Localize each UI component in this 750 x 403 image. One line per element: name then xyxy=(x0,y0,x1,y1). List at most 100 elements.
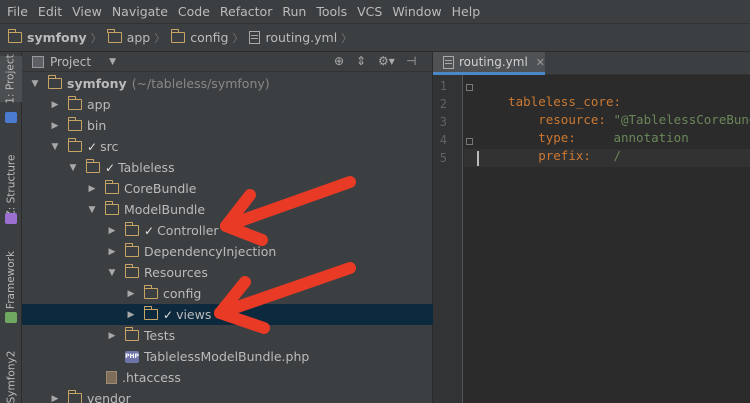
tool-window-strip: 1: Project Z: Structure Framework Symfon… xyxy=(0,52,22,403)
source-root-check-icon: ✓ xyxy=(87,139,98,154)
collapsed-arrow-icon[interactable]: ▶ xyxy=(107,226,117,236)
expanded-arrow-icon[interactable]: ▼ xyxy=(30,79,40,89)
project-panel: Project ▼ ⊕ ⇕ ⚙▾ ⊣ ▼ symfony (~/tableles… xyxy=(22,52,433,403)
folder-icon xyxy=(170,29,186,43)
folder-icon xyxy=(104,201,119,215)
menu-navigate[interactable]: Navigate xyxy=(107,0,173,24)
tree-item-dependencyinjection[interactable]: ▶ DependencyInjection xyxy=(22,241,433,262)
folder-icon xyxy=(47,75,62,89)
collapsed-arrow-icon[interactable]: ▶ xyxy=(87,184,97,194)
breadcrumb-routing-yml[interactable]: routing.yml 〉 xyxy=(249,30,358,46)
line-number: 5 xyxy=(439,151,447,165)
tool-tab-symfony2[interactable]: Symfony2 xyxy=(0,351,22,403)
htaccess-file-icon xyxy=(106,371,117,384)
folder-icon xyxy=(107,29,122,43)
folder-icon xyxy=(7,29,22,43)
folder-icon xyxy=(67,138,82,152)
yml-file-icon xyxy=(443,55,454,69)
folder-icon xyxy=(104,180,119,194)
breadcrumb: symfony 〉 app 〉 config 〉 routing.yml 〉 xyxy=(0,24,750,52)
folder-icon xyxy=(67,96,82,110)
menu-window[interactable]: Window xyxy=(387,0,446,24)
collapsed-arrow-icon[interactable]: ▶ xyxy=(50,121,60,131)
menu-view[interactable]: View xyxy=(67,0,107,24)
collapse-all-icon[interactable]: ⇕ xyxy=(356,54,366,68)
menu-refactor[interactable]: Refactor xyxy=(215,0,277,24)
tree-item-tablelessmodelbundle-php[interactable]: PHP TablelessModelBundle.php xyxy=(22,346,433,367)
tree-item-corebundle[interactable]: ▶ CoreBundle xyxy=(22,178,433,199)
menu-tools[interactable]: Tools xyxy=(311,0,352,24)
line-number: 2 xyxy=(439,97,447,111)
chevron-right-icon: 〉 xyxy=(154,31,166,45)
gear-icon[interactable]: ⚙▾ xyxy=(378,54,395,68)
expanded-arrow-icon[interactable]: ▼ xyxy=(107,268,117,278)
project-view-selector[interactable]: Project xyxy=(50,55,91,69)
folder-icon xyxy=(124,264,139,278)
php-file-icon: PHP xyxy=(125,350,139,363)
menu-run[interactable]: Run xyxy=(277,0,311,24)
collapsed-arrow-icon[interactable]: ▶ xyxy=(50,394,60,403)
framework-tool-icon xyxy=(5,312,17,323)
line-number: 4 xyxy=(439,133,447,147)
menu-help[interactable]: Help xyxy=(447,0,486,24)
folder-icon xyxy=(143,306,158,320)
expanded-arrow-icon[interactable]: ▼ xyxy=(87,205,97,215)
text-caret xyxy=(477,151,479,166)
line-gutter: 1 2 3 4 5 xyxy=(433,75,463,403)
collapsed-arrow-icon[interactable]: ▶ xyxy=(50,100,60,110)
chevron-down-icon[interactable]: ▼ xyxy=(109,57,116,67)
menu-code[interactable]: Code xyxy=(173,0,215,24)
tree-item-resources[interactable]: ▼ Resources xyxy=(22,262,433,283)
tree-item-config[interactable]: ▶ config xyxy=(22,283,433,304)
chevron-right-icon: 〉 xyxy=(232,31,244,45)
expanded-arrow-icon[interactable]: ▼ xyxy=(68,163,78,173)
folder-icon xyxy=(85,159,100,173)
close-icon[interactable]: ✕ xyxy=(536,56,545,69)
chevron-right-icon: 〉 xyxy=(90,31,102,45)
menu-vcs[interactable]: VCS xyxy=(352,0,387,24)
locate-icon[interactable]: ⊕ xyxy=(334,54,344,68)
tool-tab-framework[interactable]: Framework xyxy=(0,251,22,309)
editor-tab-bar: routing.yml ✕ xyxy=(433,52,750,75)
tree-item-views[interactable]: ▶ ✓ views xyxy=(22,304,433,325)
menu-edit[interactable]: Edit xyxy=(33,0,67,24)
folder-icon xyxy=(67,117,82,131)
project-tree: ▼ symfony (~/tableless/symfony) ▶ app ▶ … xyxy=(22,73,433,403)
fold-icon[interactable] xyxy=(466,138,473,145)
tree-item-htaccess[interactable]: .htaccess xyxy=(22,367,433,388)
tree-item-app[interactable]: ▶ app xyxy=(22,94,433,115)
collapsed-arrow-icon[interactable]: ▶ xyxy=(107,331,117,341)
collapsed-arrow-icon[interactable]: ▶ xyxy=(126,310,136,320)
tool-tab-structure[interactable]: Z: Structure xyxy=(0,155,22,218)
tree-item-controller[interactable]: ▶ ✓ Controller xyxy=(22,220,433,241)
tool-tab-project[interactable]: 1: Project xyxy=(0,54,22,104)
tab-routing-yml[interactable]: routing.yml ✕ xyxy=(433,52,545,75)
menu-file[interactable]: File xyxy=(2,0,33,24)
folder-icon xyxy=(67,390,82,403)
collapsed-arrow-icon[interactable]: ▶ xyxy=(107,247,117,257)
hide-icon[interactable]: ⊣ xyxy=(406,54,416,68)
source-root-check-icon: ✓ xyxy=(144,223,155,238)
breadcrumb-config[interactable]: config 〉 xyxy=(170,29,249,46)
breadcrumb-symfony[interactable]: symfony 〉 xyxy=(7,29,108,46)
tree-item-vendor[interactable]: ▶ vendor xyxy=(22,388,433,403)
collapsed-arrow-icon[interactable]: ▶ xyxy=(126,289,136,299)
folder-icon xyxy=(124,327,139,341)
line-number: 3 xyxy=(439,115,447,129)
tree-item-tests[interactable]: ▶ Tests xyxy=(22,325,433,346)
structure-tool-icon xyxy=(5,213,17,224)
expanded-arrow-icon[interactable]: ▼ xyxy=(50,142,60,152)
tree-item-tableless[interactable]: ▼ ✓ Tableless xyxy=(22,157,433,178)
tree-item-modelbundle[interactable]: ▼ ModelBundle xyxy=(22,199,433,220)
tree-item-symfony[interactable]: ▼ symfony (~/tableless/symfony) xyxy=(22,73,433,94)
fold-icon[interactable] xyxy=(466,84,473,91)
chevron-right-icon: 〉 xyxy=(341,31,353,45)
project-panel-header: Project ▼ ⊕ ⇕ ⚙▾ ⊣ xyxy=(22,52,432,72)
tree-item-src[interactable]: ▼ ✓ src xyxy=(22,136,433,157)
source-root-check-icon: ✓ xyxy=(163,307,174,322)
tree-item-bin[interactable]: ▶ bin xyxy=(22,115,433,136)
folder-icon xyxy=(143,285,158,299)
breadcrumb-app[interactable]: app 〉 xyxy=(107,29,172,46)
line-number: 1 xyxy=(439,79,447,93)
code-editor[interactable]: 1 2 3 4 5 tableless_core: resource: "@Ta… xyxy=(433,75,750,403)
